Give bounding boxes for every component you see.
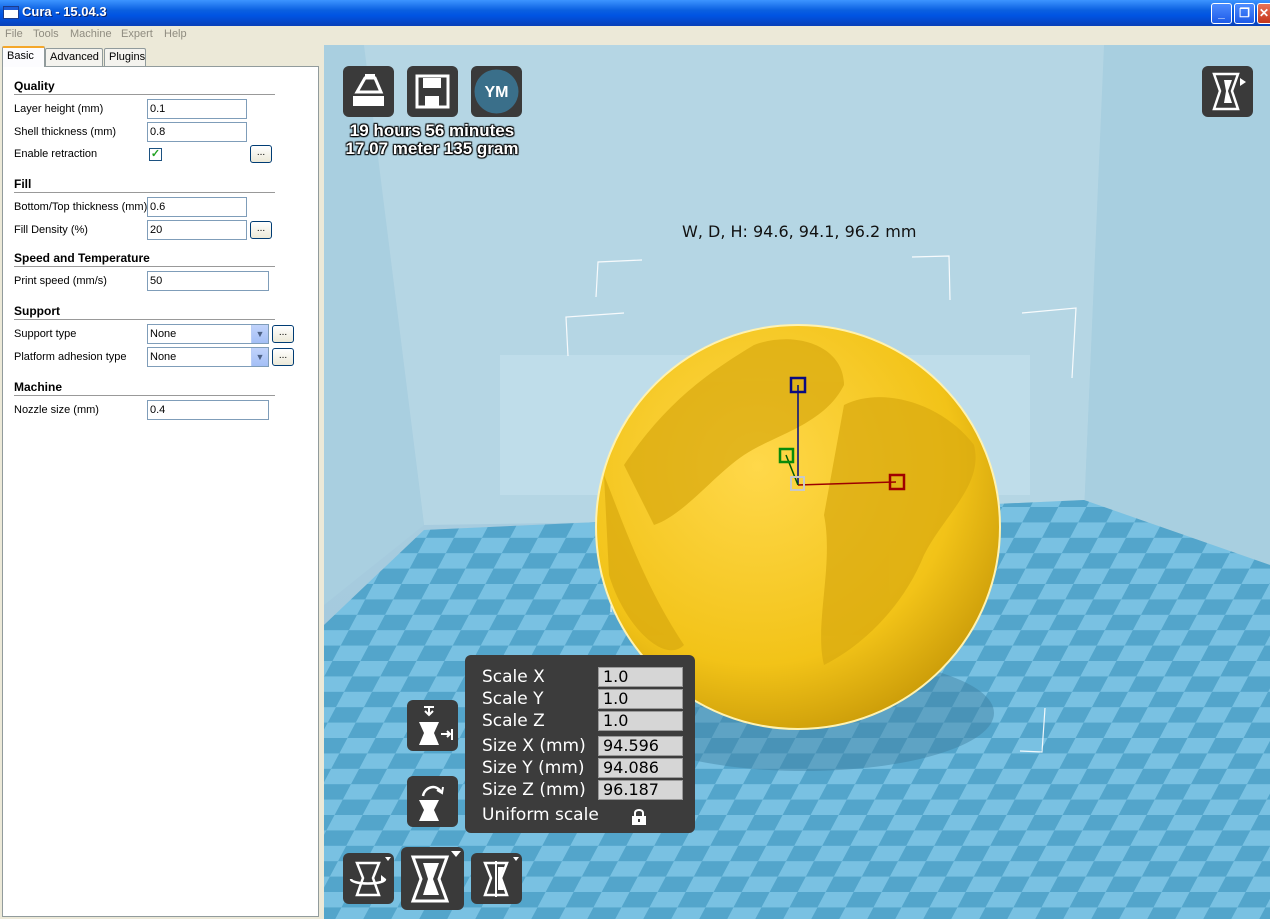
load-model-icon [353,74,384,106]
scale-x-field[interactable]: 1.0 [598,667,683,687]
platform-adhesion-label: Platform adhesion type [14,351,127,363]
menu-help[interactable]: Help [164,28,187,40]
close-button[interactable]: ✕ [1257,3,1270,24]
size-z-field[interactable]: 96.187 [598,780,683,800]
chevron-down-icon[interactable]: ▼ [251,325,268,343]
fill-density-field[interactable]: 20 [147,220,247,240]
settings-panel: Basic Advanced Plugins Quality Layer hei… [0,45,324,919]
divider [14,94,275,95]
mirror-tool-button[interactable] [471,853,522,904]
enable-retraction-checkbox[interactable]: ✓ [149,148,162,161]
divider [14,395,275,396]
adhesion-more-button[interactable]: ... [272,348,294,366]
nozzle-size-field[interactable]: 0.4 [147,400,269,420]
view-mode-icon [1212,72,1246,111]
support-type-select[interactable]: None ▼ [147,324,269,344]
menu-expert[interactable]: Expert [121,28,153,40]
scale-y-label: Scale Y [482,689,544,709]
lay-flat-button[interactable] [407,700,458,751]
scale-tool-button[interactable] [401,847,464,910]
scale-z-field[interactable]: 1.0 [598,711,683,731]
support-type-label: Support type [14,328,77,340]
bottom-top-thickness-field[interactable]: 0.6 [147,197,247,217]
save-gcode-button[interactable] [407,66,458,117]
retraction-more-button[interactable]: ... [250,145,272,163]
minimize-button[interactable]: _ [1211,3,1232,24]
scale-z-label: Scale Z [482,711,545,731]
menu-bar: File Tools Machine Expert Help [0,26,1270,45]
3d-viewport[interactable]: YM 19 hours 56 minutes 17.07 meter 135 g… [324,45,1270,919]
bottom-top-thickness-label: Bottom/Top thickness (mm) [14,201,148,213]
scale-panel: Scale X 1.0 Scale Y 1.0 Scale Z 1.0 Size… [465,655,695,833]
divider [14,192,275,193]
rotate-icon [349,857,391,897]
lock-icon[interactable] [631,808,647,826]
scale-y-field[interactable]: 1.0 [598,689,683,709]
enable-retraction-label: Enable retraction [14,148,98,160]
section-fill-title: Fill [14,177,32,191]
tab-basic[interactable]: Basic [2,46,45,67]
uniform-scale-label: Uniform scale [482,805,599,825]
shell-thickness-field[interactable]: 0.8 [147,122,247,142]
section-quality-title: Quality [14,79,55,93]
ym-label: YM [485,84,509,101]
print-speed-field[interactable]: 50 [147,271,269,291]
app-icon [3,6,19,19]
size-x-field[interactable]: 94.596 [598,736,683,756]
load-model-button[interactable] [343,66,394,117]
layer-height-label: Layer height (mm) [14,103,104,115]
nozzle-size-label: Nozzle size (mm) [14,404,99,416]
print-time: 19 hours 56 minutes [349,121,515,140]
section-speed-title: Speed and Temperature [14,251,150,265]
fill-more-button[interactable]: ... [250,221,272,239]
model-dimensions: W, D, H: 94.6, 94.1, 96.2 mm [682,222,917,241]
mirror-icon [483,857,519,897]
print-speed-label: Print speed (mm/s) [14,275,107,287]
maximize-button[interactable]: ❐ [1234,3,1255,24]
basic-tab-page: Quality Layer height (mm) 0.1 Shell thic… [2,66,319,917]
fill-density-label: Fill Density (%) [14,224,88,236]
menu-machine[interactable]: Machine [70,28,112,40]
window-title: Cura - 15.04.3 [22,4,107,19]
divider [14,319,275,320]
size-x-label: Size X (mm) [482,736,586,756]
lay-flat-icon [419,706,453,745]
view-mode-button[interactable] [1202,66,1253,117]
tab-advanced[interactable]: Advanced [45,48,103,66]
print-material: 17.07 meter 135 gram [345,139,519,158]
youmagine-icon: YM [474,69,519,114]
size-y-field[interactable]: 94.086 [598,758,683,778]
reset-scale-icon [419,785,444,821]
support-type-value: None [150,328,177,340]
menu-file[interactable]: File [5,28,23,40]
divider [14,266,275,267]
shell-thickness-label: Shell thickness (mm) [14,126,117,138]
floppy-disk-icon [415,74,450,109]
platform-adhesion-value: None [150,351,177,363]
tab-plugins[interactable]: Plugins [104,48,146,66]
size-y-label: Size Y (mm) [482,758,585,778]
scale-icon [410,851,461,903]
size-z-label: Size Z (mm) [482,780,586,800]
layer-height-field[interactable]: 0.1 [147,99,247,119]
scale-x-label: Scale X [482,667,545,687]
title-bar: Cura - 15.04.3 _ ❐ ✕ [0,0,1270,26]
support-more-button[interactable]: ... [272,325,294,343]
reset-scale-button[interactable] [407,776,458,827]
section-support-title: Support [14,304,60,318]
section-machine-title: Machine [14,380,63,394]
rotate-tool-button[interactable] [343,853,394,904]
chevron-down-icon[interactable]: ▼ [251,348,268,366]
youmagine-button[interactable]: YM [471,66,522,117]
platform-adhesion-select[interactable]: None ▼ [147,347,269,367]
menu-tools[interactable]: Tools [33,28,59,40]
